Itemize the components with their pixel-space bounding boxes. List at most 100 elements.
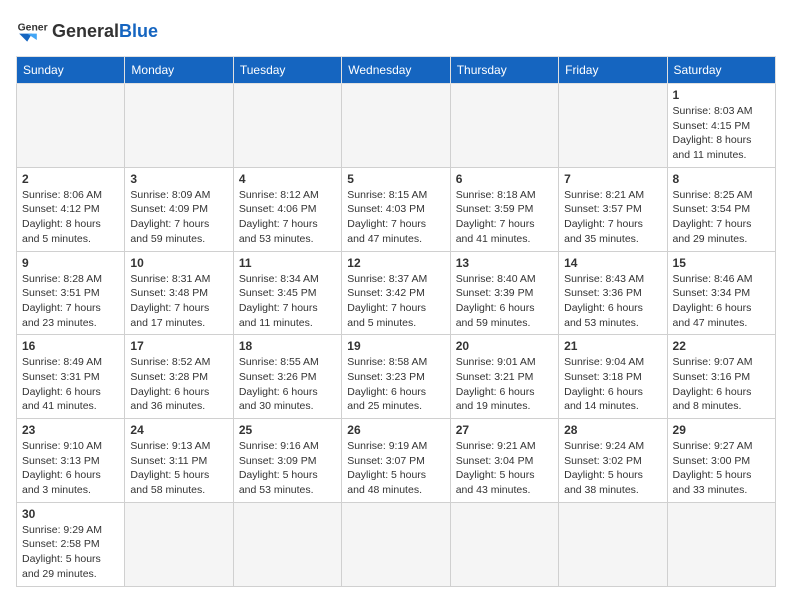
- calendar-cell: 15 Sunrise: 8:46 AM Sunset: 3:34 PM Dayli…: [667, 251, 775, 335]
- day-number: 10: [130, 256, 227, 270]
- calendar-cell: 28Sunrise: 9:24 AM Sunset: 3:02 PM Dayli…: [559, 419, 667, 503]
- calendar-cell: [17, 84, 125, 168]
- day-info: Sunrise: 8:43 AM Sunset: 3:36 PM Dayligh…: [564, 272, 661, 331]
- day-number: 26: [347, 423, 444, 437]
- calendar-cell: 26 Sunrise: 9:19 AM Sunset: 3:07 PM Dayli…: [342, 419, 450, 503]
- day-info: Sunrise: 8:31 AM Sunset: 3:48 PM Dayligh…: [130, 272, 227, 331]
- calendar-cell: [450, 84, 558, 168]
- calendar-cell: 23 Sunrise: 9:10 AM Sunset: 3:13 PM Dayli…: [17, 419, 125, 503]
- calendar-cell: 1 Sunrise: 8:03 AM Sunset: 4:15 PM Daylig…: [667, 84, 775, 168]
- day-info: Sunrise: 9:04 AM Sunset: 3:18 PM Dayligh…: [564, 355, 661, 414]
- calendar-cell: 9Sunrise: 8:28 AM Sunset: 3:51 PM Daylig…: [17, 251, 125, 335]
- day-number: 28: [564, 423, 661, 437]
- calendar-cell: 25Sunrise: 9:16 AM Sunset: 3:09 PM Dayli…: [233, 419, 341, 503]
- weekday-header-monday: Monday: [125, 57, 233, 84]
- calendar-table: SundayMondayTuesdayWednesdayThursdayFrid…: [16, 56, 776, 587]
- calendar-cell: 20Sunrise: 9:01 AM Sunset: 3:21 PM Dayli…: [450, 335, 558, 419]
- calendar-cell: [233, 84, 341, 168]
- day-info: Sunrise: 8:12 AM Sunset: 4:06 PM Dayligh…: [239, 188, 336, 247]
- calendar-cell: 24 Sunrise: 9:13 AM Sunset: 3:11 PM Dayli…: [125, 419, 233, 503]
- calendar-cell: 13 Sunrise: 8:40 AM Sunset: 3:39 PM Dayli…: [450, 251, 558, 335]
- day-info: Sunrise: 8:21 AM Sunset: 3:57 PM Dayligh…: [564, 188, 661, 247]
- svg-text:General: General: [18, 22, 48, 33]
- day-number: 18: [239, 339, 336, 353]
- day-info: Sunrise: 9:19 AM Sunset: 3:07 PM Dayligh…: [347, 439, 444, 498]
- calendar-cell: 11 Sunrise: 8:34 AM Sunset: 3:45 PM Dayli…: [233, 251, 341, 335]
- logo: General GeneralBlue: [16, 16, 158, 48]
- day-info: Sunrise: 9:21 AM Sunset: 3:04 PM Dayligh…: [456, 439, 553, 498]
- calendar-cell: 30Sunrise: 9:29 AM Sunset: 2:58 PM Dayli…: [17, 502, 125, 586]
- day-info: Sunrise: 8:06 AM Sunset: 4:12 PM Dayligh…: [22, 188, 119, 247]
- day-number: 1: [673, 88, 770, 102]
- day-number: 24: [130, 423, 227, 437]
- day-number: 4: [239, 172, 336, 186]
- day-info: Sunrise: 9:10 AM Sunset: 3:13 PM Dayligh…: [22, 439, 119, 498]
- calendar-cell: [342, 84, 450, 168]
- calendar-week-row: 2 Sunrise: 8:06 AM Sunset: 4:12 PM Daylig…: [17, 167, 776, 251]
- weekday-header-thursday: Thursday: [450, 57, 558, 84]
- calendar-cell: 7 Sunrise: 8:21 AM Sunset: 3:57 PM Daylig…: [559, 167, 667, 251]
- weekday-header-wednesday: Wednesday: [342, 57, 450, 84]
- day-number: 23: [22, 423, 119, 437]
- calendar-week-row: 9Sunrise: 8:28 AM Sunset: 3:51 PM Daylig…: [17, 251, 776, 335]
- calendar-cell: [233, 502, 341, 586]
- day-number: 6: [456, 172, 553, 186]
- day-number: 29: [673, 423, 770, 437]
- day-info: Sunrise: 9:13 AM Sunset: 3:11 PM Dayligh…: [130, 439, 227, 498]
- calendar-cell: [125, 502, 233, 586]
- weekday-header-tuesday: Tuesday: [233, 57, 341, 84]
- calendar-cell: 10 Sunrise: 8:31 AM Sunset: 3:48 PM Dayli…: [125, 251, 233, 335]
- day-number: 22: [673, 339, 770, 353]
- weekday-header-friday: Friday: [559, 57, 667, 84]
- calendar-cell: 18Sunrise: 8:55 AM Sunset: 3:26 PM Dayli…: [233, 335, 341, 419]
- day-info: Sunrise: 8:46 AM Sunset: 3:34 PM Dayligh…: [673, 272, 770, 331]
- day-info: Sunrise: 8:34 AM Sunset: 3:45 PM Dayligh…: [239, 272, 336, 331]
- day-info: Sunrise: 8:58 AM Sunset: 3:23 PM Dayligh…: [347, 355, 444, 414]
- day-number: 15: [673, 256, 770, 270]
- day-info: Sunrise: 8:37 AM Sunset: 3:42 PM Dayligh…: [347, 272, 444, 331]
- day-info: Sunrise: 9:01 AM Sunset: 3:21 PM Dayligh…: [456, 355, 553, 414]
- calendar-cell: 19 Sunrise: 8:58 AM Sunset: 3:23 PM Dayli…: [342, 335, 450, 419]
- calendar-cell: 4 Sunrise: 8:12 AM Sunset: 4:06 PM Daylig…: [233, 167, 341, 251]
- calendar-cell: 14 Sunrise: 8:43 AM Sunset: 3:36 PM Dayli…: [559, 251, 667, 335]
- day-number: 17: [130, 339, 227, 353]
- day-info: Sunrise: 8:25 AM Sunset: 3:54 PM Dayligh…: [673, 188, 770, 247]
- day-info: Sunrise: 8:52 AM Sunset: 3:28 PM Dayligh…: [130, 355, 227, 414]
- day-number: 2: [22, 172, 119, 186]
- day-number: 11: [239, 256, 336, 270]
- calendar-cell: 5Sunrise: 8:15 AM Sunset: 4:03 PM Daylig…: [342, 167, 450, 251]
- day-info: Sunrise: 9:07 AM Sunset: 3:16 PM Dayligh…: [673, 355, 770, 414]
- calendar-cell: 29 Sunrise: 9:27 AM Sunset: 3:00 PM Dayli…: [667, 419, 775, 503]
- day-number: 9: [22, 256, 119, 270]
- header: General GeneralBlue: [16, 16, 776, 48]
- calendar-cell: [125, 84, 233, 168]
- calendar-cell: [450, 502, 558, 586]
- day-number: 13: [456, 256, 553, 270]
- calendar-cell: 8 Sunrise: 8:25 AM Sunset: 3:54 PM Daylig…: [667, 167, 775, 251]
- day-info: Sunrise: 8:40 AM Sunset: 3:39 PM Dayligh…: [456, 272, 553, 331]
- calendar-cell: 16Sunrise: 8:49 AM Sunset: 3:31 PM Dayli…: [17, 335, 125, 419]
- day-info: Sunrise: 9:27 AM Sunset: 3:00 PM Dayligh…: [673, 439, 770, 498]
- day-number: 25: [239, 423, 336, 437]
- day-number: 19: [347, 339, 444, 353]
- day-number: 30: [22, 507, 119, 521]
- calendar-cell: [667, 502, 775, 586]
- day-number: 7: [564, 172, 661, 186]
- day-number: 21: [564, 339, 661, 353]
- weekday-header-saturday: Saturday: [667, 57, 775, 84]
- calendar-cell: 12Sunrise: 8:37 AM Sunset: 3:42 PM Dayli…: [342, 251, 450, 335]
- calendar-cell: 2 Sunrise: 8:06 AM Sunset: 4:12 PM Daylig…: [17, 167, 125, 251]
- day-info: Sunrise: 8:09 AM Sunset: 4:09 PM Dayligh…: [130, 188, 227, 247]
- calendar-cell: 27Sunrise: 9:21 AM Sunset: 3:04 PM Dayli…: [450, 419, 558, 503]
- calendar-week-row: 30Sunrise: 9:29 AM Sunset: 2:58 PM Dayli…: [17, 502, 776, 586]
- day-number: 8: [673, 172, 770, 186]
- calendar-cell: 22 Sunrise: 9:07 AM Sunset: 3:16 PM Dayli…: [667, 335, 775, 419]
- logo-text: GeneralBlue: [52, 22, 158, 42]
- general-blue-logo-icon: General: [16, 16, 48, 48]
- day-number: 14: [564, 256, 661, 270]
- day-info: Sunrise: 8:03 AM Sunset: 4:15 PM Dayligh…: [673, 104, 770, 163]
- calendar-cell: [342, 502, 450, 586]
- calendar-week-row: 1 Sunrise: 8:03 AM Sunset: 4:15 PM Daylig…: [17, 84, 776, 168]
- calendar-cell: [559, 84, 667, 168]
- weekday-header-row: SundayMondayTuesdayWednesdayThursdayFrid…: [17, 57, 776, 84]
